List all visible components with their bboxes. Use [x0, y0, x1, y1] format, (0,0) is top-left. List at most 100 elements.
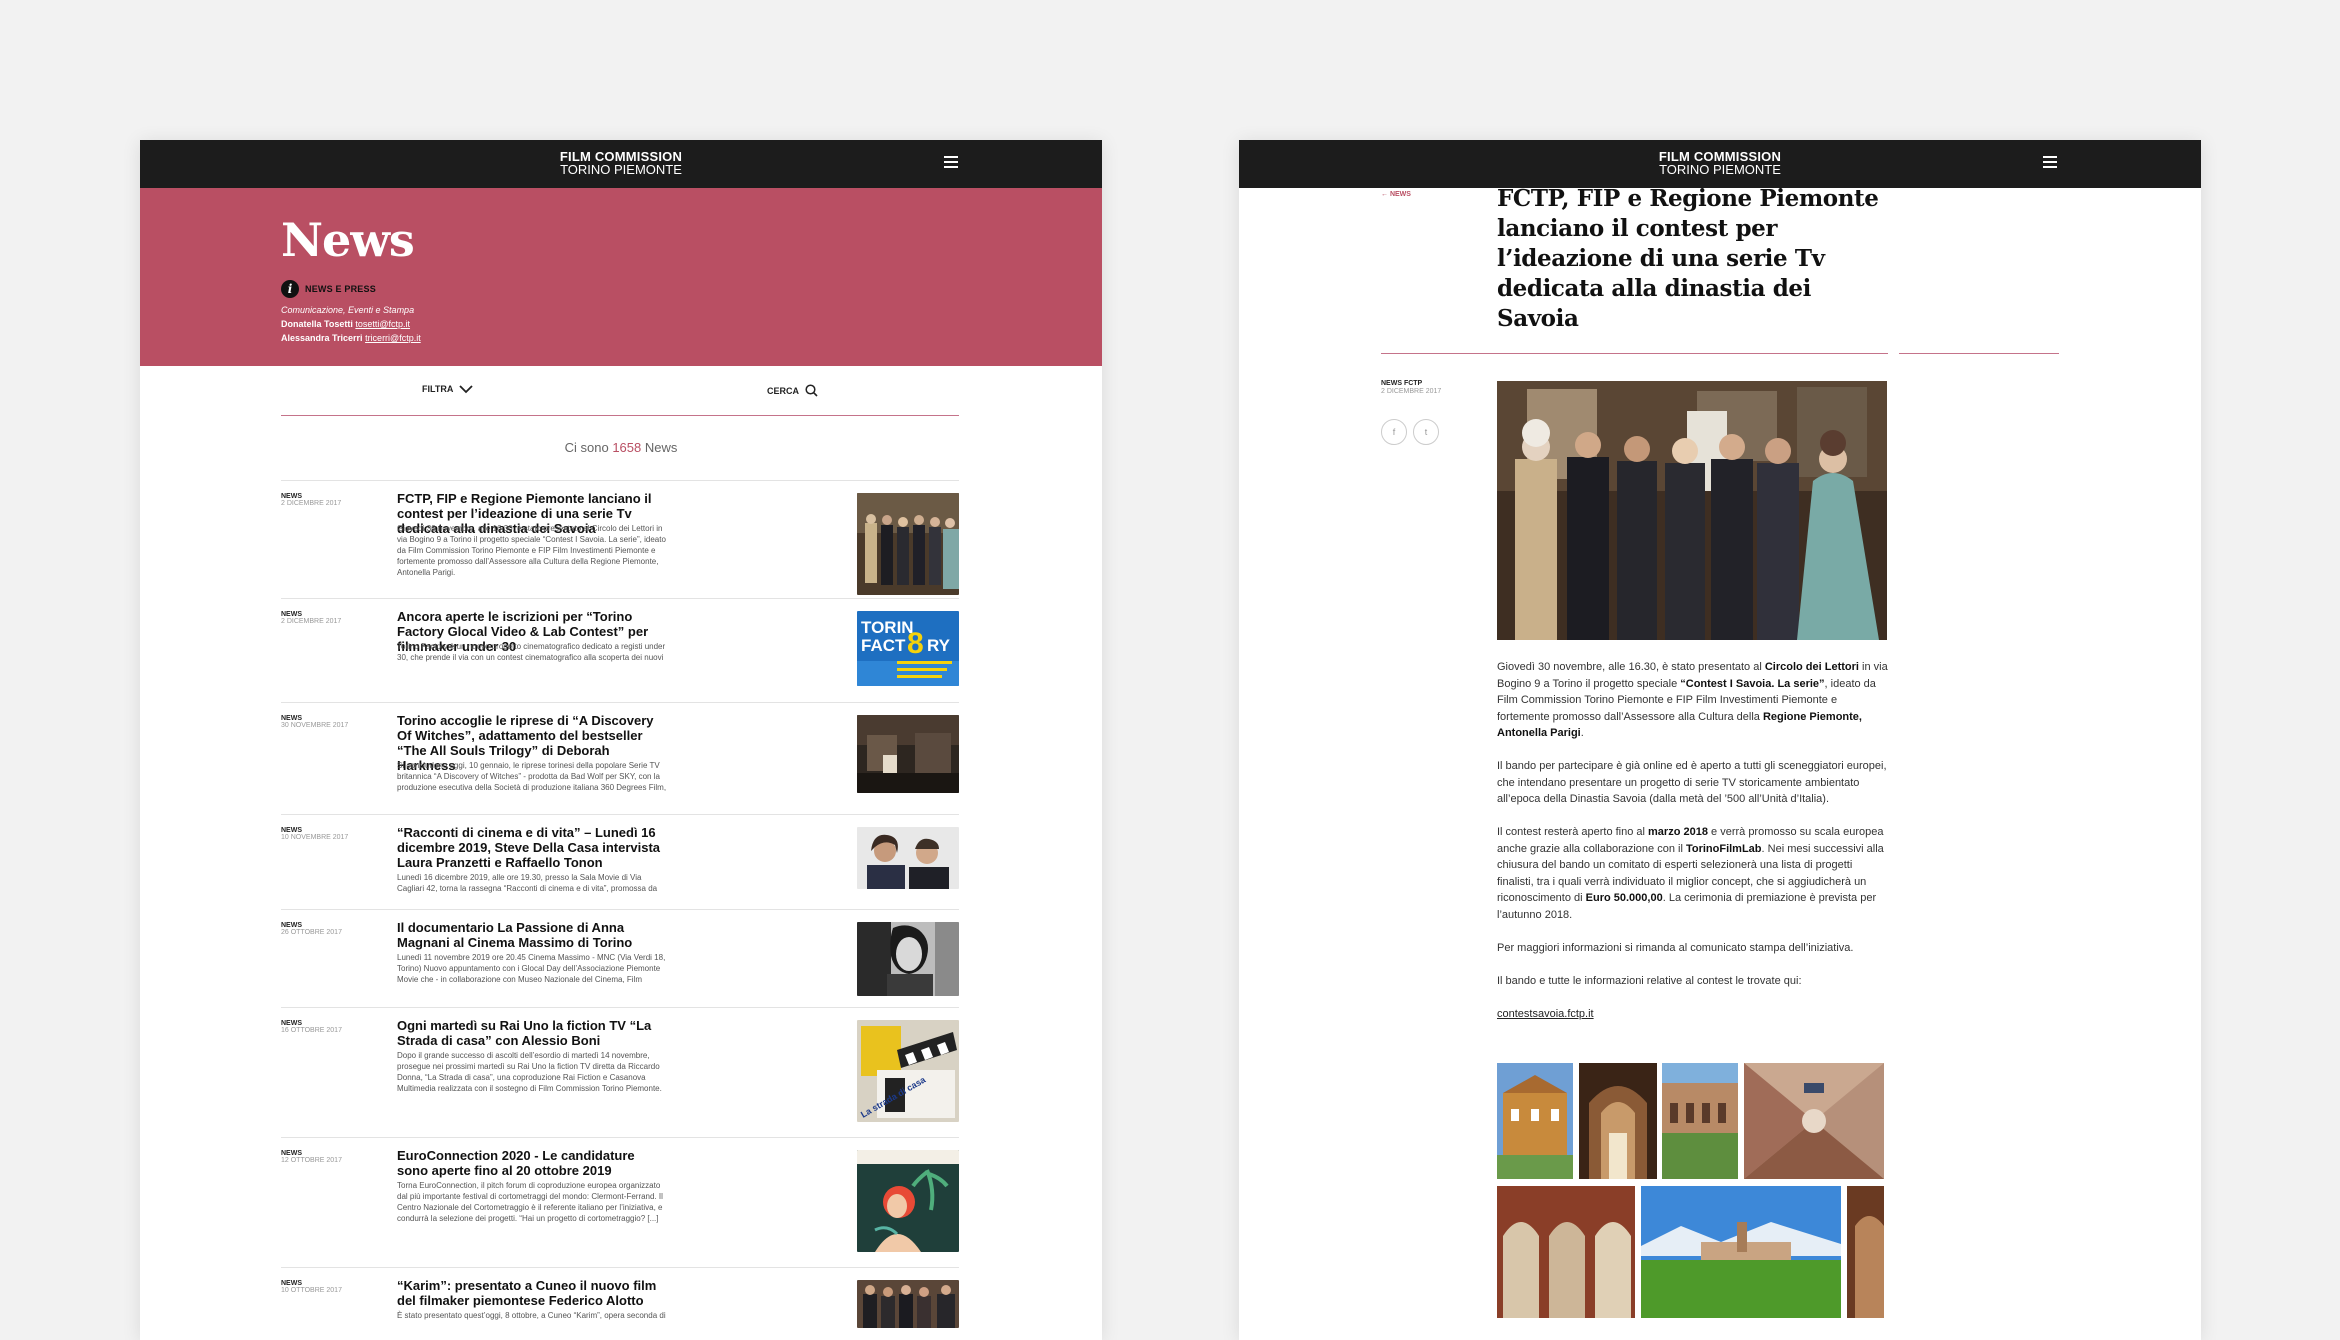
- item-date: 10 NOVEMBRE 2017: [281, 834, 349, 841]
- page-title: News: [281, 213, 415, 267]
- paragraph-5: Il bando e tutte le informazioni relativ…: [1497, 974, 1802, 987]
- list-item[interactable]: NEWS 12 OTTOBRE 2017 EuroConnection 2020…: [281, 1137, 959, 1267]
- press-contacts: Comunicazione, Eventi e Stampa Donatella…: [281, 303, 421, 345]
- thumb-text-line3: RY: [927, 636, 951, 655]
- item-thumbnail[interactable]: [857, 827, 959, 889]
- item-thumbnail[interactable]: [857, 493, 959, 595]
- p1-text-a: Giovedì 30 novembre, alle 16.30, è stato…: [1497, 661, 1765, 673]
- article-category: NEWS FCTP: [1381, 380, 1423, 387]
- item-date: 2 DICEMBRE 2017: [281, 618, 342, 625]
- p1-bold-project: “Contest I Savoia. La serie”: [1680, 677, 1825, 690]
- gallery-photo[interactable]: [1497, 1063, 1573, 1179]
- news-article-page: FILM COMMISSION TORINO PIEMONTE ← NEWS F…: [1239, 140, 2201, 1340]
- top-navbar: FILM COMMISSION TORINO PIEMONTE: [1239, 140, 2201, 188]
- gallery-photo[interactable]: [1497, 1186, 1635, 1318]
- item-title[interactable]: “Karim”: presentato a Cuneo il nuovo fil…: [397, 1278, 667, 1308]
- list-item[interactable]: NEWS 16 OTTOBRE 2017 Ogni martedì su Rai…: [281, 1007, 959, 1137]
- news-hero: News i NEWS E PRESS Comunicazione, Event…: [140, 188, 1102, 366]
- press-label: NEWS E PRESS: [305, 284, 376, 294]
- item-title[interactable]: Il documentario La Passione di Anna Magn…: [397, 920, 667, 950]
- item-thumbnail[interactable]: [857, 922, 959, 996]
- thumb-text-line1: TORIN: [861, 618, 914, 637]
- item-category: NEWS: [281, 1280, 302, 1287]
- list-item[interactable]: NEWS 2 DICEMBRE 2017 FCTP, FIP e Regione…: [281, 480, 959, 598]
- gallery-photo[interactable]: [1744, 1063, 1884, 1179]
- item-excerpt: Torna EuroConnection, il pitch forum di …: [397, 1181, 663, 1223]
- cloister-garden-image: [1662, 1063, 1738, 1179]
- p3-bold-partner: TorinoFilmLab: [1685, 842, 1762, 855]
- arcade-corridor-image: [1579, 1063, 1657, 1179]
- p3-bold-date: marzo 2018: [1648, 826, 1708, 838]
- search-button[interactable]: CERCA: [767, 384, 818, 397]
- filter-label: FILTRA: [422, 384, 454, 394]
- item-excerpt: È stato presentato quest’oggi, 8 ottobre…: [397, 1311, 666, 1320]
- item-title[interactable]: EuroConnection 2020 - Le candidature son…: [397, 1148, 667, 1178]
- item-date: 16 OTTOBRE 2017: [281, 1027, 342, 1034]
- item-excerpt: Giovedì 30 novembre, alle 16.30, è stato…: [397, 524, 666, 577]
- item-thumbnail[interactable]: La strada di casa: [857, 1020, 959, 1122]
- list-item[interactable]: NEWS 10 OTTOBRE 2017 “Karim”: presentato…: [281, 1267, 959, 1328]
- p3-bold-prize: Euro 50.000,00: [1585, 892, 1663, 904]
- item-thumbnail[interactable]: [857, 1150, 959, 1252]
- top-navbar: FILM COMMISSION TORINO PIEMONTE: [140, 140, 1102, 188]
- press-role: Comunicazione, Eventi e Stampa: [281, 305, 415, 315]
- gallery-photo[interactable]: [1662, 1063, 1738, 1179]
- item-thumbnail[interactable]: [857, 715, 959, 793]
- search-label: CERCA: [767, 385, 800, 396]
- anna-magnani-bw-image: [857, 922, 959, 996]
- item-category: NEWS: [281, 493, 302, 500]
- abbey-landscape-image: [1641, 1186, 1841, 1318]
- item-excerpt: Torino Factory è un nuovo progetto cinem…: [397, 642, 666, 665]
- item-title[interactable]: Ogni martedì su Rai Uno la fiction TV “L…: [397, 1018, 667, 1048]
- contact1-email-link[interactable]: tosetti@fctp.it: [355, 319, 410, 329]
- gallery-photo[interactable]: [1579, 1063, 1657, 1179]
- title-divider-right: [1899, 353, 2059, 354]
- item-date: 12 OTTOBRE 2017: [281, 1157, 342, 1164]
- list-item[interactable]: NEWS 30 NOVEMBRE 2017 Torino accoglie le…: [281, 702, 959, 814]
- gallery-photo[interactable]: [1641, 1186, 1841, 1318]
- news-count: Ci sono 1658 News: [140, 440, 1102, 455]
- info-icon: i: [281, 280, 299, 298]
- brick-cloister-image: [1497, 1186, 1635, 1318]
- p3-text-a: Il contest resterà aperto fino al: [1497, 826, 1649, 838]
- twitter-share-icon[interactable]: t: [1413, 419, 1439, 445]
- item-excerpt: Si concludono oggi, 10 gennaio, le ripre…: [397, 761, 667, 795]
- item-category: NEWS: [281, 611, 302, 618]
- list-item[interactable]: NEWS 26 OTTOBRE 2017 Il documentario La …: [281, 909, 959, 1007]
- list-item[interactable]: NEWS 2 DICEMBRE 2017 Ancora aperte le is…: [281, 598, 959, 702]
- contest-site-link[interactable]: contestsavoia.fctp.it: [1497, 1008, 1594, 1020]
- p1-text-g: .: [1580, 727, 1584, 739]
- count-prefix: Ci sono: [564, 440, 609, 455]
- item-date: 26 OTTOBRE 2017: [281, 929, 342, 936]
- contact1-name: Donatella Tosetti: [281, 319, 353, 329]
- item-thumbnail[interactable]: TORIN FACT RY 8: [857, 611, 959, 686]
- item-excerpt: Lunedì 16 dicembre 2019, alle ore 19.30,…: [397, 873, 658, 893]
- hamburger-menu-icon[interactable]: [944, 156, 959, 170]
- paragraph-2: Il bando per partecipare è già online ed…: [1497, 760, 1887, 805]
- item-category: NEWS: [281, 827, 302, 834]
- frescoed-vault-image: [1744, 1063, 1884, 1179]
- search-icon: [805, 384, 818, 397]
- count-suffix: News: [644, 440, 678, 455]
- article-title: FCTP, FIP e Regione Piemonte lanciano il…: [1497, 185, 1879, 332]
- item-category: NEWS: [281, 922, 302, 929]
- article-date: 2 DICEMBRE 2017: [1381, 388, 1442, 395]
- press-header: i NEWS E PRESS: [281, 280, 376, 298]
- list-item[interactable]: NEWS 10 NOVEMBRE 2017 “Racconti di cinem…: [281, 814, 959, 909]
- item-date: 2 DICEMBRE 2017: [281, 500, 342, 507]
- film-set-street-image: [857, 715, 959, 793]
- filter-button[interactable]: FILTRA: [422, 384, 473, 394]
- portraits-image: [857, 827, 959, 889]
- title-divider: [1381, 353, 1888, 354]
- paragraph-1: Giovedì 30 novembre, alle 16.30, è stato…: [1497, 659, 1889, 742]
- news-list: NEWS 2 DICEMBRE 2017 FCTP, FIP e Regione…: [281, 480, 959, 1328]
- group-photo-image: [857, 493, 959, 595]
- contact2-email-link[interactable]: tricerri@fctp.it: [365, 333, 421, 343]
- gallery-photo[interactable]: [1847, 1186, 1884, 1318]
- back-to-news-link[interactable]: ← NEWS: [1381, 191, 1411, 198]
- facebook-share-icon[interactable]: f: [1381, 419, 1407, 445]
- item-title[interactable]: “Racconti di cinema e di vita” – Lunedì …: [397, 825, 667, 870]
- item-thumbnail[interactable]: [857, 1280, 959, 1328]
- paragraph-4: Per maggiori informazioni si rimanda al …: [1497, 941, 1854, 954]
- hamburger-menu-icon[interactable]: [2043, 156, 2058, 170]
